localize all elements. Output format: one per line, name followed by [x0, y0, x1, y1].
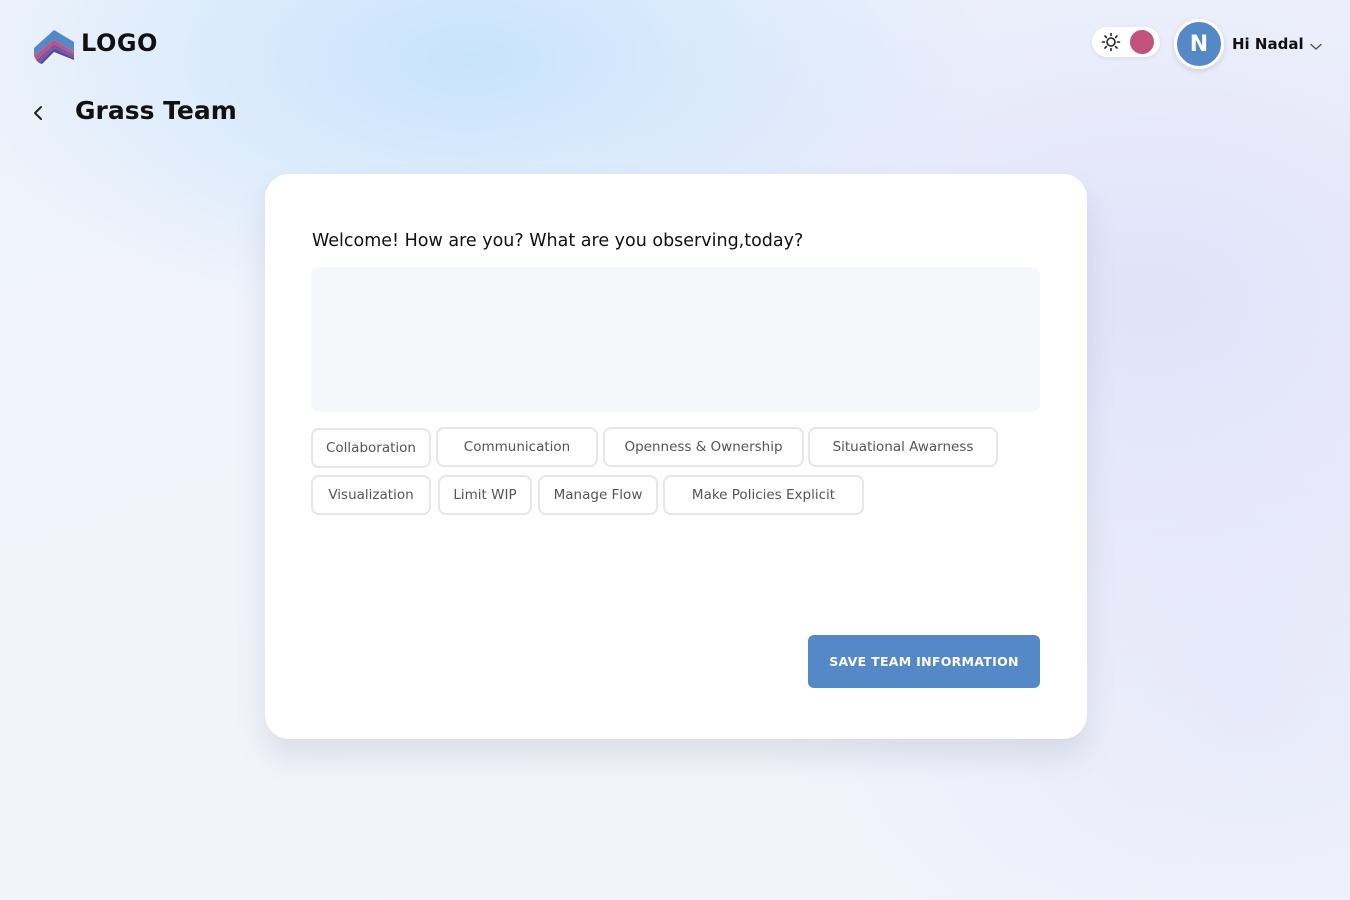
observation-card: Welcome! How are you? What are you obser… — [265, 174, 1087, 739]
save-team-information-button[interactable]: SAVE TEAM INFORMATION — [808, 635, 1040, 688]
avatar[interactable]: N — [1174, 19, 1224, 69]
observation-question: Welcome! How are you? What are you obser… — [312, 231, 804, 251]
logo-text: LOGO — [81, 29, 158, 57]
theme-toggle-knob — [1130, 30, 1154, 54]
user-menu[interactable]: N Hi Nadal — [1174, 19, 1322, 69]
tag-manage-flow[interactable]: Manage Flow — [538, 475, 658, 515]
back-button[interactable] — [26, 103, 50, 127]
tag-openness-ownership[interactable]: Openness & Ownership — [603, 427, 804, 467]
user-greeting: Hi Nadal — [1232, 35, 1304, 53]
tag-situational-awarness[interactable]: Situational Awarness — [808, 427, 998, 467]
tag-limit-wip[interactable]: Limit WIP — [438, 475, 532, 515]
tag-communication[interactable]: Communication — [436, 427, 598, 467]
tag-collaboration[interactable]: Collaboration — [311, 428, 431, 468]
observation-input[interactable] — [311, 267, 1040, 412]
tag-visualization[interactable]: Visualization — [311, 475, 431, 515]
logo[interactable]: LOGO — [31, 22, 158, 64]
stacked-chevron-logo-icon — [31, 22, 77, 64]
theme-toggle[interactable] — [1092, 27, 1160, 57]
chevron-left-icon — [32, 105, 44, 125]
tag-make-policies-explicit[interactable]: Make Policies Explicit — [663, 475, 864, 515]
chevron-down-icon[interactable] — [1309, 36, 1322, 55]
page-title: Grass Team — [75, 96, 237, 125]
sun-icon — [1101, 32, 1121, 56]
